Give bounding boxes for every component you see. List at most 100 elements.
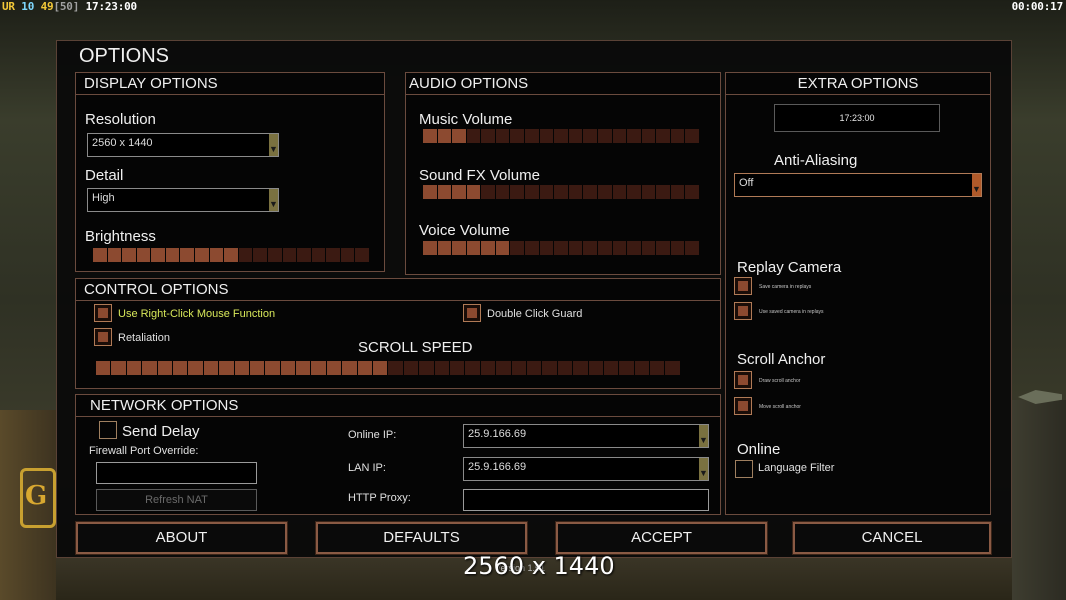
cancel-button[interactable]: CANCEL xyxy=(792,521,992,555)
slider-segment[interactable] xyxy=(525,241,539,255)
sfx-volume-slider[interactable] xyxy=(423,185,699,199)
slider-segment[interactable] xyxy=(634,361,650,375)
slider-segment[interactable] xyxy=(311,248,326,262)
detail-dropdown[interactable]: High ▼ xyxy=(87,188,279,212)
slider-segment[interactable] xyxy=(641,241,656,255)
slider-segment[interactable] xyxy=(466,129,481,143)
slider-segment[interactable] xyxy=(495,241,510,255)
slider-segment[interactable] xyxy=(588,361,603,375)
slider-segment[interactable] xyxy=(685,129,699,143)
slider-segment[interactable] xyxy=(627,129,641,143)
slider-segment[interactable] xyxy=(480,361,496,375)
slider-segment[interactable] xyxy=(685,185,699,199)
slider-segment[interactable] xyxy=(437,185,452,199)
slider-segment[interactable] xyxy=(326,248,340,262)
slider-segment[interactable] xyxy=(437,129,452,143)
slider-segment[interactable] xyxy=(265,361,280,375)
right-click-checkbox[interactable] xyxy=(94,304,112,322)
slider-segment[interactable] xyxy=(670,241,685,255)
retaliation-checkbox[interactable] xyxy=(94,328,112,346)
lan-ip-dropdown[interactable]: 25.9.166.69 ▼ xyxy=(463,457,709,481)
slider-segment[interactable] xyxy=(481,185,495,199)
slider-segment[interactable] xyxy=(373,361,388,375)
slider-segment[interactable] xyxy=(111,361,126,375)
slider-segment[interactable] xyxy=(665,361,680,375)
use-saved-camera-checkbox[interactable] xyxy=(734,302,752,320)
slider-segment[interactable] xyxy=(583,185,597,199)
slider-segment[interactable] xyxy=(419,361,434,375)
slider-segment[interactable] xyxy=(641,185,656,199)
chevron-down-icon[interactable]: ▼ xyxy=(972,174,981,196)
slider-segment[interactable] xyxy=(495,129,510,143)
slider-segment[interactable] xyxy=(496,361,511,375)
slider-segment[interactable] xyxy=(627,241,641,255)
slider-segment[interactable] xyxy=(253,248,267,262)
slider-segment[interactable] xyxy=(656,241,670,255)
move-scroll-anchor-checkbox[interactable] xyxy=(734,397,752,415)
chevron-down-icon[interactable]: ▼ xyxy=(269,134,278,156)
slider-segment[interactable] xyxy=(510,185,525,199)
slider-segment[interactable] xyxy=(195,248,209,262)
slider-segment[interactable] xyxy=(342,361,357,375)
slider-segment[interactable] xyxy=(612,241,627,255)
slider-segment[interactable] xyxy=(209,248,224,262)
double-click-guard-checkbox[interactable] xyxy=(463,304,481,322)
slider-segment[interactable] xyxy=(188,361,203,375)
slider-segment[interactable] xyxy=(525,185,539,199)
slider-segment[interactable] xyxy=(612,185,627,199)
slider-segment[interactable] xyxy=(525,129,539,143)
slider-segment[interactable] xyxy=(267,248,282,262)
slider-segment[interactable] xyxy=(466,241,481,255)
voice-volume-slider[interactable] xyxy=(423,241,699,255)
slider-segment[interactable] xyxy=(495,185,510,199)
slider-segment[interactable] xyxy=(423,185,437,199)
slider-segment[interactable] xyxy=(465,361,480,375)
slider-segment[interactable] xyxy=(568,129,583,143)
slider-segment[interactable] xyxy=(554,129,568,143)
slider-segment[interactable] xyxy=(670,185,685,199)
slider-segment[interactable] xyxy=(627,185,641,199)
online-ip-dropdown[interactable]: 25.9.166.69 ▼ xyxy=(463,424,709,448)
accept-button[interactable]: ACCEPT xyxy=(555,521,768,555)
slider-segment[interactable] xyxy=(434,361,449,375)
slider-segment[interactable] xyxy=(449,361,465,375)
scroll-speed-slider[interactable] xyxy=(96,361,680,375)
slider-segment[interactable] xyxy=(311,361,326,375)
slider-segment[interactable] xyxy=(142,361,157,375)
slider-segment[interactable] xyxy=(340,248,355,262)
slider-segment[interactable] xyxy=(656,185,670,199)
slider-segment[interactable] xyxy=(619,361,634,375)
slider-segment[interactable] xyxy=(203,361,219,375)
slider-segment[interactable] xyxy=(437,241,452,255)
slider-segment[interactable] xyxy=(573,361,588,375)
slider-segment[interactable] xyxy=(357,361,373,375)
slider-segment[interactable] xyxy=(423,241,437,255)
slider-segment[interactable] xyxy=(597,185,612,199)
slider-segment[interactable] xyxy=(554,241,568,255)
chevron-down-icon[interactable]: ▼ xyxy=(699,458,708,480)
slider-segment[interactable] xyxy=(557,361,573,375)
slider-segment[interactable] xyxy=(180,248,195,262)
draw-scroll-anchor-checkbox[interactable] xyxy=(734,371,752,389)
slider-segment[interactable] xyxy=(282,248,297,262)
slider-segment[interactable] xyxy=(157,361,172,375)
defaults-button[interactable]: DEFAULTS xyxy=(315,521,528,555)
slider-segment[interactable] xyxy=(583,129,597,143)
slider-segment[interactable] xyxy=(93,248,107,262)
slider-segment[interactable] xyxy=(326,361,342,375)
slider-segment[interactable] xyxy=(526,361,542,375)
slider-segment[interactable] xyxy=(554,185,568,199)
http-proxy-input[interactable] xyxy=(463,489,709,511)
language-filter-checkbox[interactable] xyxy=(735,460,753,478)
music-volume-slider[interactable] xyxy=(423,129,699,143)
slider-segment[interactable] xyxy=(466,185,481,199)
slider-segment[interactable] xyxy=(388,361,403,375)
slider-segment[interactable] xyxy=(151,248,165,262)
send-delay-checkbox[interactable] xyxy=(99,421,117,439)
slider-segment[interactable] xyxy=(126,361,142,375)
slider-segment[interactable] xyxy=(656,129,670,143)
brightness-slider[interactable] xyxy=(93,248,369,262)
firewall-port-input[interactable] xyxy=(96,462,257,484)
slider-segment[interactable] xyxy=(539,185,554,199)
slider-segment[interactable] xyxy=(612,129,627,143)
